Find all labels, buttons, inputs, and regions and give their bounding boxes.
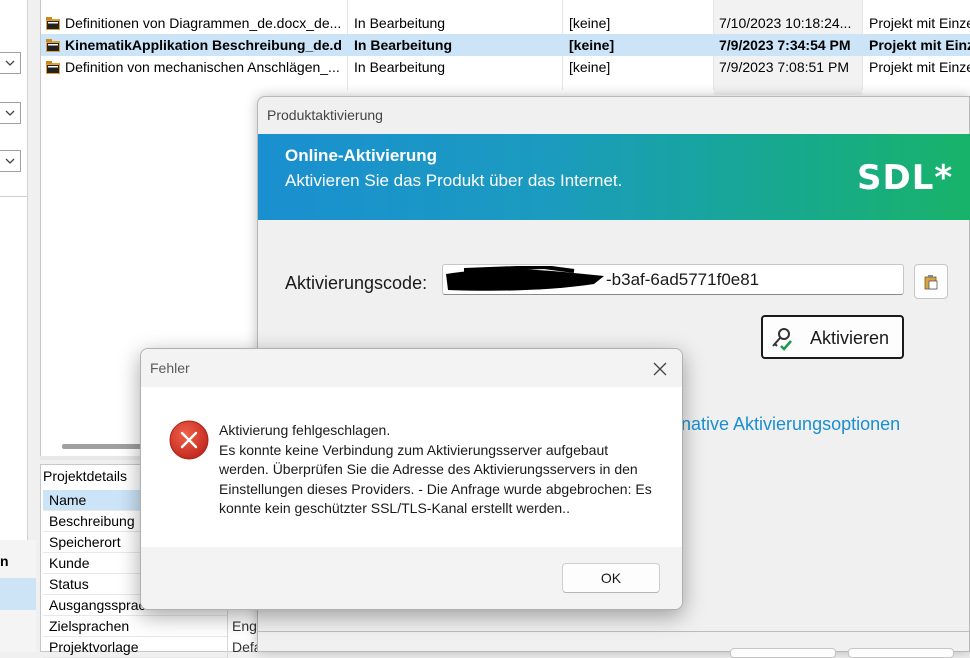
footer-button[interactable]	[848, 648, 954, 658]
property-value: Defa	[227, 637, 260, 658]
close-icon[interactable]	[650, 359, 670, 379]
cell-customer: [keine]	[569, 59, 611, 75]
dialog-titlebar: Fehler	[141, 349, 682, 387]
table-row[interactable]: Definitionen von Diagrammen_de.docx_de..…	[41, 12, 970, 34]
cell-customer: [keine]	[569, 37, 615, 53]
activate-button-label: Aktivieren	[810, 328, 890, 348]
cell-date: 7/9/2023 7:08:51 PM	[719, 59, 849, 75]
cell-date: 7/10/2023 10:18:24...	[719, 15, 852, 31]
chevron-down-icon	[5, 158, 15, 164]
divider	[0, 196, 28, 197]
cell-name: KinematikApplikation Beschreibung_de.d..…	[65, 37, 343, 53]
alternative-activation-options-link[interactable]: native Aktivierungsoptionen	[681, 414, 900, 435]
ok-button[interactable]: OK	[562, 563, 660, 593]
sdl-logo: SDL*	[857, 158, 954, 198]
dialog-title: Fehler	[150, 360, 190, 376]
cell-name: Definition von mechanischen Anschlägen_.…	[65, 59, 340, 75]
table-row[interactable]: Definition von mechanischen Anschlägen_.…	[41, 56, 970, 78]
activation-code-value: -b3af-6ad5771f0e81	[606, 270, 760, 289]
activate-button[interactable]: Aktivieren	[761, 315, 904, 359]
banner-subtitle: Aktivieren Sie das Produkt über das Inte…	[285, 171, 623, 190]
filter-dropdown-3[interactable]	[0, 150, 21, 172]
property-value: Engl	[227, 616, 260, 637]
key-check-icon	[772, 328, 792, 351]
table-row[interactable]: KinematikApplikation Beschreibung_de.d..…	[41, 34, 970, 56]
cell-type: Projekt mit Einze	[869, 37, 970, 53]
paste-button[interactable]	[914, 264, 948, 299]
footer-button[interactable]	[730, 648, 836, 658]
navigation-item-label: n	[0, 553, 9, 569]
filter-dropdown-1[interactable]	[0, 52, 21, 74]
project-file-icon	[46, 61, 60, 74]
chevron-down-icon	[5, 110, 15, 116]
redaction-scribble	[446, 266, 604, 291]
cell-type: Projekt mit Einze	[869, 59, 970, 75]
activation-code-label: Aktivierungscode:	[285, 273, 428, 293]
property-label[interactable]: Zielsprachen	[43, 616, 227, 637]
error-message: Aktivierung fehlgeschlagen. Es konnte ke…	[219, 421, 659, 519]
error-dialog: Fehler Aktivierung fehlgeschlagen. Es ko…	[140, 348, 683, 610]
dialog-footer: OK	[141, 547, 682, 609]
filter-dropdown-2[interactable]	[0, 102, 21, 124]
error-message-headline: Aktivierung fehlgeschlagen.	[219, 422, 391, 438]
cell-status: In Bearbeitung	[354, 15, 446, 31]
project-file-icon	[46, 17, 60, 30]
window-title: Produktaktivierung	[267, 107, 383, 123]
footer-divider	[258, 631, 970, 632]
project-details-title: Projektdetails	[43, 468, 128, 484]
property-label[interactable]: Projektvorlage	[43, 637, 227, 658]
error-x-icon	[169, 420, 209, 460]
clipboard-paste-icon	[924, 275, 938, 290]
cell-status: In Bearbeitung	[354, 37, 453, 53]
error-message-body: Es konnte keine Verbindung zum Aktivieru…	[219, 441, 652, 517]
project-file-icon	[46, 39, 60, 52]
cell-customer: [keine]	[569, 15, 611, 31]
banner-title: Online-Aktivierung	[285, 146, 438, 165]
cell-status: In Bearbeitung	[354, 59, 446, 75]
navigation-item-selected[interactable]	[0, 578, 36, 610]
cell-name: Definitionen von Diagrammen_de.docx_de..…	[65, 15, 342, 31]
cell-type: Projekt mit Einze	[869, 15, 970, 31]
chevron-down-icon	[5, 60, 15, 66]
cell-date: 7/9/2023 7:34:54 PM	[719, 37, 851, 53]
